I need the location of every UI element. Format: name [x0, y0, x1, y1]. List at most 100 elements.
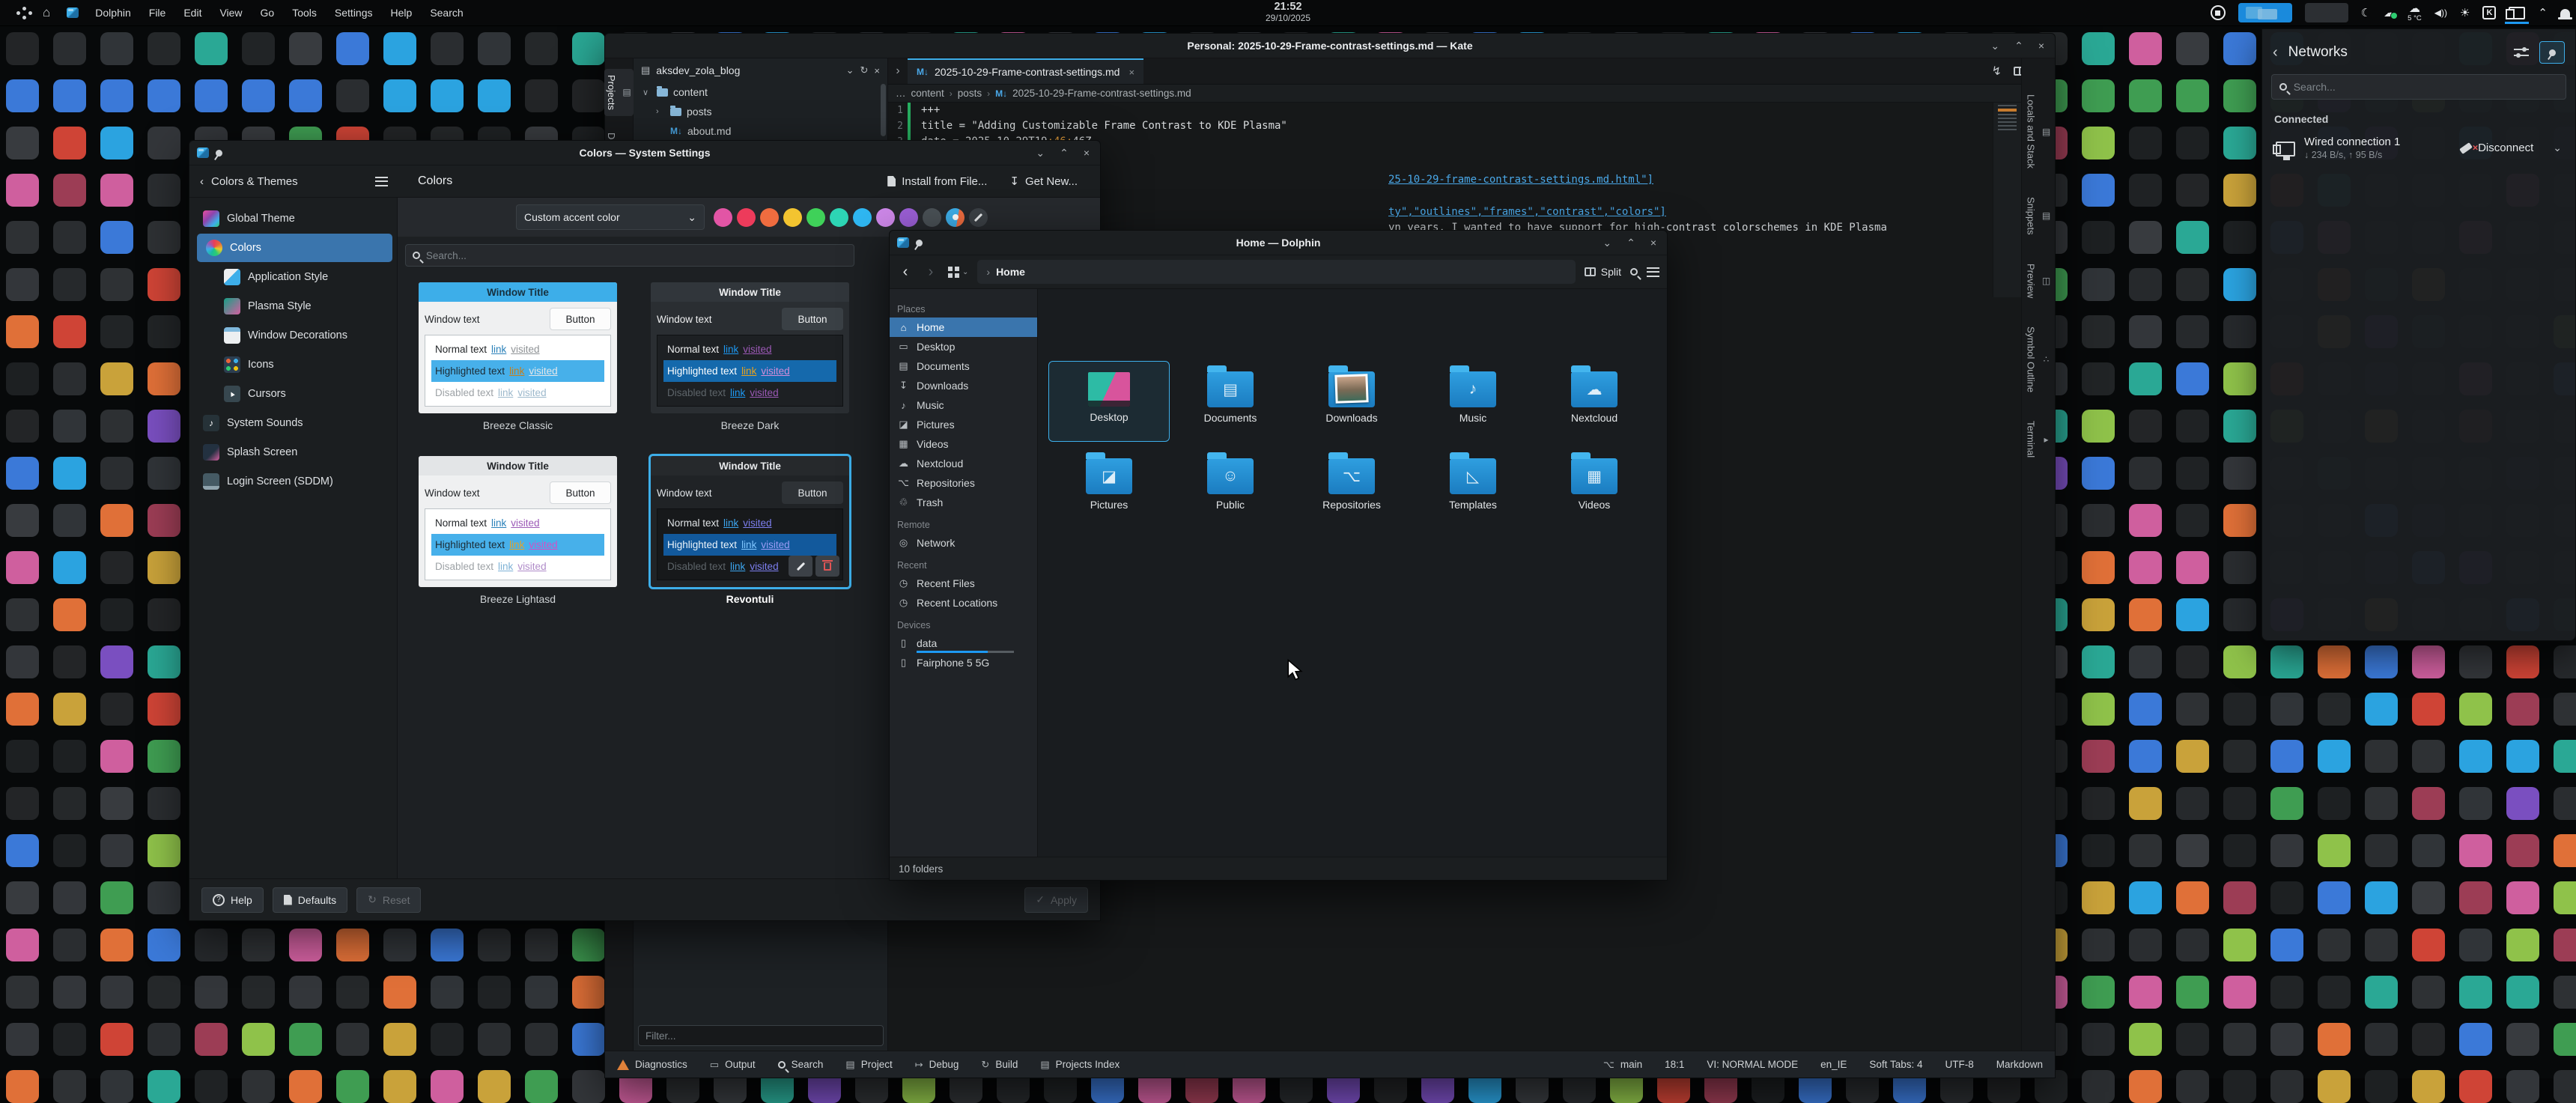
breadcrumb-location[interactable]: Home — [996, 266, 1025, 278]
tree-item-posts[interactable]: › posts — [634, 102, 887, 121]
accent-swatch-green[interactable] — [806, 208, 825, 227]
menu-app-name[interactable]: Dolphin — [95, 7, 130, 19]
minimize-icon[interactable]: ⌄ — [1990, 40, 1999, 52]
kate-breadcrumb[interactable]: … content › posts › M↓ 2025-10-29-Frame-… — [888, 85, 2021, 103]
breadcrumb-ellipsis[interactable]: … — [896, 88, 906, 99]
device-data[interactable]: ▯data — [890, 633, 1037, 653]
status-toggle-output[interactable]: ▭ Output — [710, 1059, 756, 1071]
disconnect-button[interactable]: Disconnect — [2460, 142, 2533, 154]
sidebar-tab-projects[interactable]: ▤ Projects — [604, 69, 634, 116]
folder-item-repositories[interactable]: ⌥ Repositories — [1291, 448, 1412, 529]
accent-swatch-blue[interactable] — [853, 208, 872, 227]
folder-item-nextcloud[interactable]: ☁ Nextcloud — [1534, 361, 1655, 442]
quick-action-icon[interactable]: ↯ — [1992, 64, 2002, 79]
sidebar-item-colors[interactable]: Colors — [197, 234, 392, 262]
menu-file[interactable]: File — [149, 7, 166, 19]
place-documents[interactable]: ▤Documents — [890, 356, 1037, 376]
document-tab[interactable]: M↓ 2025-10-29-Frame-contrast-settings.md… — [908, 58, 1143, 84]
place-repositories[interactable]: ⌥Repositories — [890, 473, 1037, 493]
tree-item-about-md[interactable]: M↓ about.md — [634, 121, 887, 141]
network-search-input[interactable] — [2294, 81, 2558, 93]
status-toggle-search[interactable]: Search — [778, 1059, 824, 1070]
breadcrumb-item[interactable]: 2025-10-29-Frame-contrast-settings.md — [1012, 88, 1191, 99]
sidebar-tab-locals-and-stack[interactable]: ▤ Locals and Stack — [2024, 88, 2053, 174]
sidebar-item-splash-screen[interactable]: Splash Screen — [194, 438, 392, 467]
status-tab-width[interactable]: Soft Tabs: 4 — [1869, 1059, 1922, 1070]
expand-chevron-icon[interactable]: ⌄ — [2553, 142, 2562, 154]
folder-item-pictures[interactable]: ◪ Pictures — [1048, 448, 1170, 529]
status-git-branch[interactable]: ⌥ main — [1603, 1059, 1642, 1071]
expand-tray-chevron-icon[interactable]: ⌃ — [2538, 6, 2548, 19]
place-downloads[interactable]: ↧Downloads — [890, 376, 1037, 395]
dolphin-window[interactable]: Home — Dolphin ⌄ ⌃ × ‹ › ⌄ › Home Split … — [889, 230, 1668, 881]
folder-item-music[interactable]: ♪ Music — [1412, 361, 1534, 442]
menu-go[interactable]: Go — [261, 7, 275, 19]
close-icon[interactable]: × — [1084, 147, 1090, 159]
folder-item-documents[interactable]: ▤ Documents — [1170, 361, 1291, 442]
split-button[interactable]: Split — [1585, 266, 1621, 278]
search-icon[interactable] — [1630, 268, 1638, 276]
status-cursor-position[interactable]: 18:1 — [1665, 1059, 1684, 1070]
place-trash[interactable]: ♲Trash — [890, 493, 1037, 512]
accent-swatch-custom-selected[interactable] — [946, 208, 965, 227]
minimize-icon[interactable]: ⌄ — [1603, 237, 1611, 249]
place-nextcloud[interactable]: ☁Nextcloud — [890, 454, 1037, 473]
breadcrumb-item[interactable]: content — [911, 88, 944, 99]
status-encoding[interactable]: UTF-8 — [1945, 1059, 1973, 1070]
weather-applet[interactable]: ☁ 5 °C — [2408, 3, 2422, 22]
status-toggle-debug[interactable]: ↦ Debug — [915, 1059, 959, 1071]
keep-open-pin-button[interactable] — [2539, 41, 2565, 64]
maximize-icon[interactable]: ⌃ — [1626, 237, 1635, 249]
sidebar-item-window-decorations[interactable]: Window Decorations — [194, 321, 392, 350]
menu-search[interactable]: Search — [430, 7, 463, 19]
accent-color-dropdown[interactable]: Custom accent color ⌄ — [516, 204, 705, 230]
menu-settings[interactable]: Settings — [335, 7, 373, 19]
get-new-button[interactable]: ↧ Get New... — [1009, 174, 1078, 188]
accent-swatch-teal[interactable] — [830, 208, 848, 227]
accent-swatch-magenta[interactable] — [714, 208, 732, 227]
place-recent-files[interactable]: ◷Recent Files — [890, 574, 1037, 593]
project-reload-icon[interactable]: ↻ — [860, 64, 869, 76]
forward-button[interactable]: › — [923, 264, 939, 281]
sidebar-tab-terminal[interactable]: ▸ Terminal — [2024, 415, 2053, 464]
sidebar-item-login-screen[interactable]: Login Screen (SDDM) — [194, 467, 392, 496]
scheme-card-breeze-lightasd[interactable]: Window Title Window text Button Normal t… — [419, 456, 617, 587]
scheme-search-box[interactable] — [405, 244, 854, 267]
sidebar-tab-preview[interactable]: ◫ Preview — [2024, 258, 2053, 304]
night-light-icon[interactable]: ☾ — [2361, 6, 2371, 19]
maximize-icon[interactable]: ⌃ — [1060, 147, 1069, 159]
status-filetype[interactable]: Markdown — [1996, 1059, 2043, 1070]
sidebar-item-cursors[interactable]: Cursors — [194, 380, 392, 408]
back-button[interactable]: ‹ — [897, 264, 914, 281]
accent-swatch-yellow[interactable] — [783, 208, 802, 227]
status-toggle-project[interactable]: ▤ Project — [845, 1059, 892, 1071]
sidebar-tab-snippets[interactable]: ▤ Snippets — [2024, 191, 2053, 241]
sidebar-item-application-style[interactable]: Application Style — [194, 263, 392, 291]
project-dropdown-icon[interactable]: ⌄ — [846, 64, 854, 76]
settings-titlebar[interactable]: Colors — System Settings ⌄ ⌃ × — [189, 141, 1100, 165]
view-mode-button[interactable]: ⌄ — [948, 267, 968, 278]
edit-scheme-button[interactable] — [789, 556, 812, 577]
sidebar-tab-symbol-outline[interactable]: ∴ Symbol Outline — [2024, 320, 2053, 398]
task-slot[interactable] — [2305, 3, 2348, 22]
pin-icon[interactable] — [214, 148, 224, 158]
tree-item-content[interactable]: ∨ content — [634, 82, 887, 102]
accent-swatch-red[interactable] — [737, 208, 756, 227]
expand-arrow-icon[interactable]: ∨ — [643, 88, 651, 97]
show-desktop-icon[interactable]: ⌂ — [43, 5, 50, 20]
network-settings-icon[interactable] — [2514, 47, 2529, 58]
color-picker-button[interactable] — [969, 208, 988, 227]
screen-record-stop-icon[interactable] — [2211, 5, 2226, 20]
folder-item-videos[interactable]: ▦ Videos — [1534, 448, 1655, 529]
status-dictionary[interactable]: en_IE — [1820, 1059, 1847, 1070]
app-launcher-icon[interactable] — [16, 11, 20, 15]
minimize-icon[interactable]: ⌄ — [1036, 147, 1045, 159]
hamburger-menu-icon[interactable] — [375, 177, 388, 186]
accent-swatch-orange[interactable] — [760, 208, 779, 227]
tab-close-icon[interactable]: × — [1128, 67, 1134, 78]
status-toggle-build[interactable]: ↻ Build — [981, 1059, 1018, 1071]
project-filter-input[interactable] — [638, 1025, 884, 1046]
place-desktop[interactable]: ▭Desktop — [890, 337, 1037, 356]
dolphin-folder-view[interactable]: Desktop ▤ Documents Downloads ♪ Music ☁ … — [1038, 289, 1667, 857]
network-search-box[interactable] — [2271, 74, 2566, 100]
